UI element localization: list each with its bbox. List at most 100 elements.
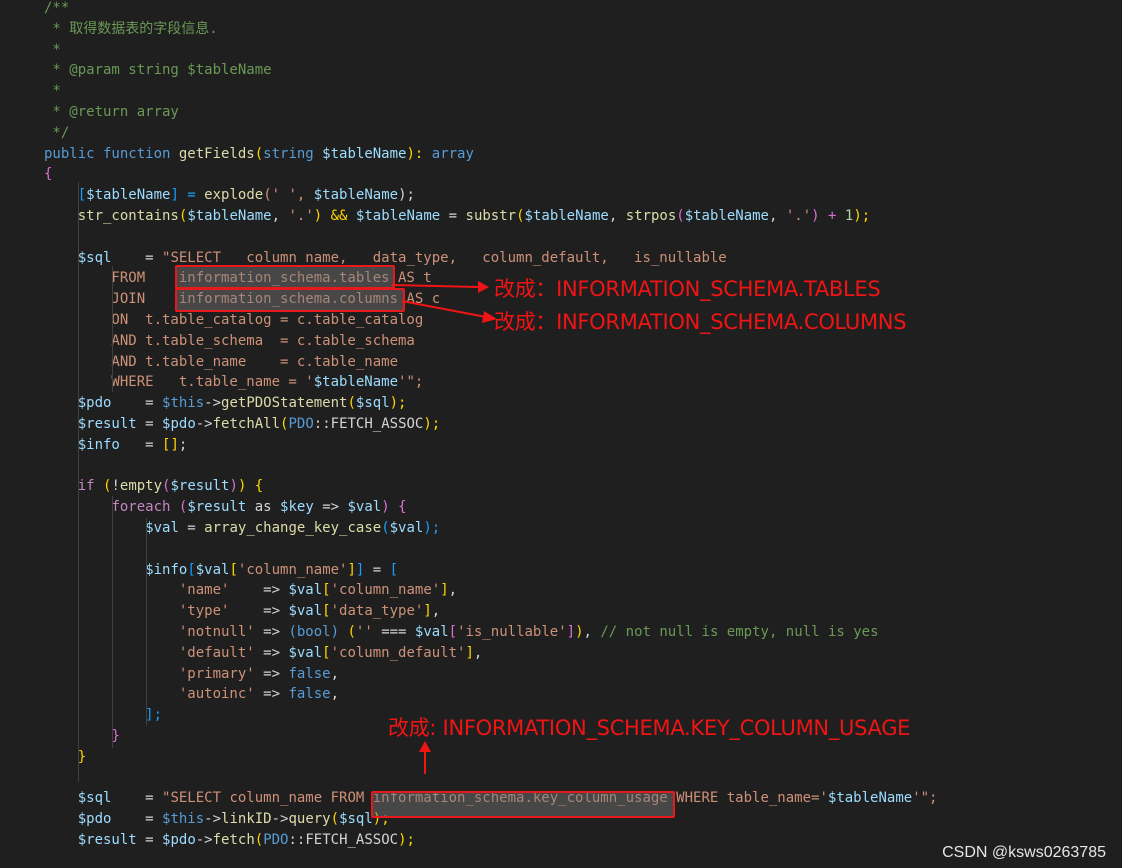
code-token: str_contains — [77, 208, 179, 224]
code-token: $val — [288, 603, 323, 620]
code-token: $val — [288, 582, 323, 599]
code-token: PDO — [288, 416, 314, 432]
indent-guide — [112, 496, 113, 748]
code-token: getFields — [178, 145, 255, 162]
code-token: fetch — [212, 832, 255, 848]
code-token: WHERE t.table_name = ' — [44, 374, 314, 391]
code-token: => — [254, 644, 289, 661]
code-token: $tableName — [313, 187, 399, 204]
code-line: 'autoinc' => false, — [44, 684, 339, 705]
indent-guide — [78, 182, 79, 782]
code-line: * @return array — [44, 102, 179, 123]
code-line: 'type' => $val['data_type'], — [44, 601, 440, 622]
code-token: $pdo — [162, 832, 196, 848]
annotation-key-column-usage: 改成: INFORMATION_SCHEMA.KEY_COLUMN_USAGE — [388, 716, 911, 740]
code-line: $result = $pdo->fetchAll(PDO::FETCH_ASSO… — [44, 414, 441, 435]
code-line: ]; — [44, 705, 162, 726]
code-token: ( — [347, 395, 356, 412]
code-line: * — [44, 40, 60, 61]
highlight-information-schema-key-column-usage — [371, 791, 675, 818]
code-token: , — [473, 644, 483, 661]
code-token: ::FETCH_ASSOC — [288, 832, 399, 848]
code-token: empty — [119, 478, 163, 495]
code-line: */ — [44, 123, 69, 144]
code-token: , — [330, 686, 340, 703]
code-token: 'primary' — [178, 665, 255, 682]
code-token: query — [288, 811, 331, 828]
code-token: -> — [195, 416, 213, 432]
code-token: ON t.table_catalog = c.table_catalog — [44, 312, 424, 328]
code-token: ): — [406, 145, 432, 162]
code-token: '"; — [912, 790, 938, 807]
code-token: = — [119, 436, 163, 453]
code-token: $info — [77, 436, 120, 453]
arrow-icon — [401, 300, 497, 323]
code-token: $key — [280, 499, 314, 516]
code-token: foreach — [111, 499, 179, 516]
code-token: $sql — [339, 811, 373, 828]
code-token: 'column_name' — [237, 561, 348, 578]
code-token: * @param string $tableName — [44, 62, 272, 79]
code-token: (bool) — [288, 624, 348, 640]
code-token: $sql — [77, 249, 112, 266]
code-token: $tableName — [524, 208, 609, 224]
code-token: as — [246, 499, 281, 516]
code-line: if (!empty($result)) { — [44, 476, 264, 497]
code-token: = — [136, 416, 163, 432]
code-token: * @return array — [44, 104, 179, 120]
code-line: { — [44, 164, 52, 185]
arrow-icon — [391, 281, 489, 293]
code-line: $result = $pdo->fetch(PDO::FETCH_ASSOC); — [44, 830, 415, 851]
annotation-columns: 改成：INFORMATION_SCHEMA.COLUMNS — [494, 310, 907, 334]
code-line: $pdo = $this->linkID->query($sql); — [44, 809, 390, 830]
code-line: 'notnull' => (bool) ('' === $val['is_nul… — [44, 622, 879, 643]
code-token: [ — [389, 561, 399, 578]
code-token: AND t.table_schema = c.table_schema — [44, 332, 415, 349]
code-token: if — [77, 478, 104, 495]
code-token: $pdo — [162, 416, 196, 432]
code-line: * @param string $tableName — [44, 60, 272, 81]
code-token: ]; — [145, 707, 163, 724]
code-token: $tableName — [322, 145, 407, 162]
code-token: getPDOStatement — [221, 395, 348, 412]
code-token: 'notnull' — [178, 624, 255, 640]
code-token: $result — [77, 416, 137, 432]
code-token: = — [364, 561, 390, 578]
code-token: $val — [195, 561, 230, 578]
code-token: $sql — [355, 395, 390, 412]
code-token: $pdo — [77, 811, 112, 828]
code-token: 'column_name' — [330, 582, 441, 599]
code-token: $val — [145, 520, 179, 536]
code-token: strpos — [625, 208, 677, 224]
code-token: [] — [162, 436, 179, 453]
code-token: 'type' — [178, 603, 230, 620]
code-token: $tableName — [827, 790, 913, 807]
code-line: WHERE t.table_name = '$tableName'"; — [44, 372, 423, 393]
indent-guide — [112, 266, 113, 392]
highlight-information-schema-tables — [175, 265, 395, 289]
code-token: ) && — [313, 208, 356, 224]
code-line: } — [44, 726, 119, 747]
code-token: $result — [77, 832, 137, 848]
code-token: fetchAll — [212, 416, 281, 432]
indent-guide — [146, 518, 147, 726]
code-token: "SELECT column_name, data_type, column_d… — [162, 249, 727, 266]
code-token: [ — [322, 582, 331, 599]
code-token: (' ', — [263, 187, 314, 204]
code-token: $tableName — [86, 187, 171, 204]
arrow-up-icon — [419, 741, 431, 774]
code-token: ) — [237, 478, 255, 495]
code-token: ; — [178, 436, 188, 453]
code-token: = — [111, 790, 163, 807]
code-token: -> — [204, 811, 222, 828]
code-token: 'column_default' — [330, 644, 466, 661]
code-token: PDO — [263, 832, 289, 848]
